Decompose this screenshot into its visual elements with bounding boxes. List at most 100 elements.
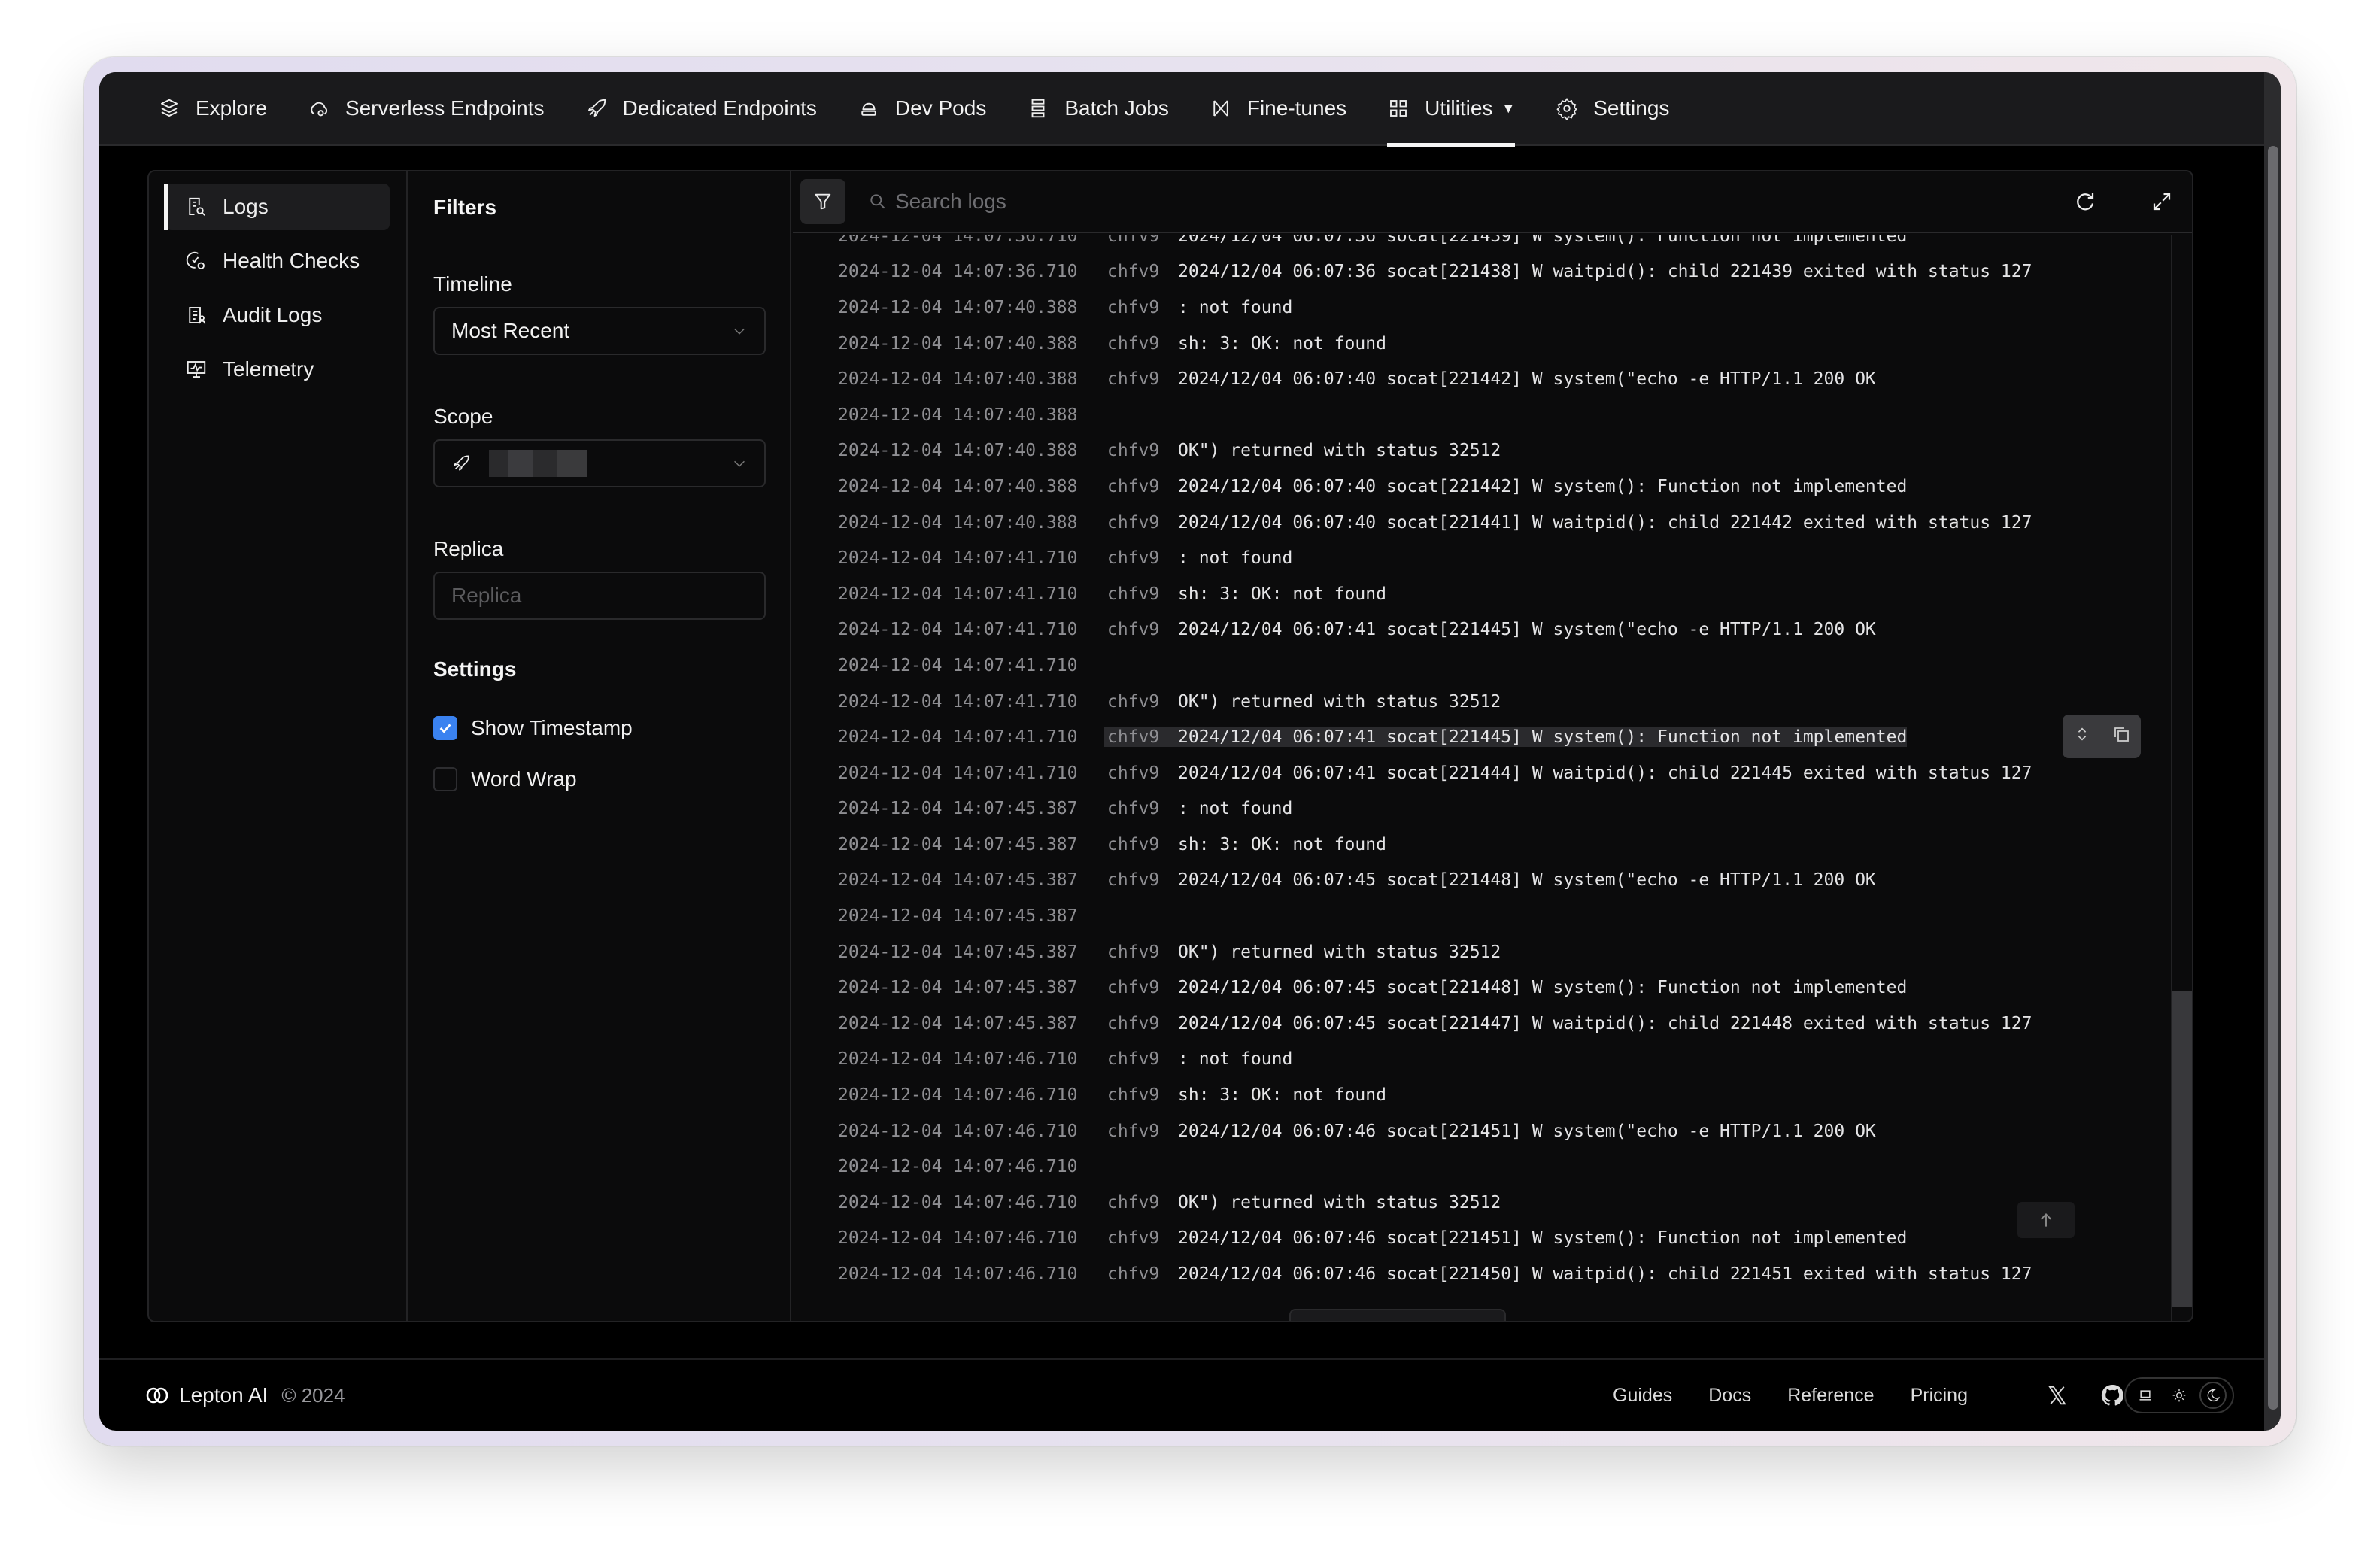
- refresh-button[interactable]: [2070, 187, 2100, 217]
- log-replica: chfv9: [1107, 799, 1160, 819]
- log-row[interactable]: 2024-12-04 14:07:40.388: [793, 397, 2171, 433]
- log-message: 2024/12/04 06:07:40 socat[221442] W syst…: [1178, 369, 1876, 390]
- log-row[interactable]: 2024-12-04 14:07:41.710 chfv9 OK") returne…: [793, 684, 2171, 720]
- log-row[interactable]: 2024-12-04 14:07:36.710 chfv9 2024/12/04 0…: [793, 235, 2171, 254]
- log-row[interactable]: 2024-12-04 14:07:41.710 chfv9: not found: [793, 540, 2171, 576]
- log-row[interactable]: 2024-12-04 14:07:46.710: [793, 1149, 2171, 1185]
- log-message: OK") returned with status 32512: [1178, 942, 1501, 962]
- log-timestamp: 2024-12-04 14:07:46.710: [838, 1192, 1078, 1213]
- scroll-to-top-button[interactable]: [2017, 1202, 2075, 1238]
- log-row[interactable]: 2024-12-04 14:07:46.710 chfv9: not found: [793, 1042, 2171, 1078]
- show-timestamp-checkbox[interactable]: Show Timestamp: [433, 716, 766, 740]
- sidebar-item-health-checks[interactable]: Health Checks: [165, 238, 390, 284]
- sidebar-item-logs[interactable]: Logs: [164, 184, 390, 230]
- telemetry-icon: [185, 358, 208, 381]
- expand-row-icon[interactable]: [2074, 724, 2090, 748]
- x-icon[interactable]: [2046, 1384, 2069, 1407]
- footer-link-reference[interactable]: Reference: [1787, 1385, 1874, 1407]
- nav-item-label: Serverless Endpoints: [345, 96, 545, 120]
- search-logs-input[interactable]: [895, 190, 1346, 214]
- row-actions: [2063, 715, 2141, 759]
- sidebar-item-label: Health Checks: [223, 249, 360, 272]
- footer-link-docs[interactable]: Docs: [1708, 1385, 1751, 1407]
- log-row[interactable]: 2024-12-04 14:07:45.387 chfv9 2024/12/04 0…: [793, 863, 2171, 899]
- log-row[interactable]: 2024-12-04 14:07:40.388 chfv9 2024/12/04 0…: [793, 361, 2171, 397]
- log-search[interactable]: [868, 190, 2023, 214]
- brand[interactable]: Lepton AI © 2024: [146, 1383, 345, 1407]
- log-row[interactable]: 2024-12-04 14:07:46.710 chfv9 sh: 3: OK: n…: [793, 1077, 2171, 1113]
- log-replica: chfv9: [1107, 476, 1160, 496]
- nav-item-explore[interactable]: Explore: [158, 72, 267, 145]
- theme-switcher: [2124, 1377, 2234, 1413]
- show-timestamp-label: Show Timestamp: [471, 716, 633, 739]
- log-timestamp: 2024-12-04 14:07:46.710: [838, 1121, 1078, 1141]
- browser-frame: Explore Serverless Endpoints Dedicated End…: [84, 57, 2296, 1446]
- log-row[interactable]: 2024-12-04 14:07:45.387 chfv9: not found: [793, 791, 2171, 827]
- log-replica: chfv9: [1107, 1121, 1160, 1141]
- footer-link-pricing[interactable]: Pricing: [1911, 1385, 1968, 1407]
- log-row[interactable]: 2024-12-04 14:07:40.388 chfv9 OK") returne…: [793, 433, 2171, 469]
- word-wrap-checkbox[interactable]: Word Wrap: [433, 767, 766, 791]
- nav-item-serverless-endpoints[interactable]: Serverless Endpoints: [308, 72, 545, 145]
- timeline-label: Timeline: [433, 272, 512, 296]
- footer-links: Guides Docs Reference Pricing: [1577, 1385, 1968, 1407]
- log-row[interactable]: 2024-12-04 14:07:41.710 chfv9 2024/12/04 0…: [793, 612, 2171, 648]
- sidebar-item-audit-logs[interactable]: Audit Logs: [165, 292, 390, 338]
- light-theme-icon[interactable]: [2166, 1382, 2193, 1409]
- log-row[interactable]: 2024-12-04 14:07:40.388 chfv9 2024/12/04 0…: [793, 505, 2171, 541]
- fullscreen-button[interactable]: [2147, 187, 2177, 217]
- log-timestamp: 2024-12-04 14:07:45.387: [838, 906, 1078, 927]
- nav-item-fine-tunes[interactable]: Fine-tunes: [1210, 72, 1346, 145]
- log-row[interactable]: 2024-12-04 14:07:36.710 chfv9 2024/12/04 0…: [793, 254, 2171, 290]
- github-icon[interactable]: [2100, 1383, 2124, 1407]
- arrow-up-icon: [2040, 1213, 2052, 1227]
- footer-link-guides[interactable]: Guides: [1613, 1385, 1672, 1407]
- log-row[interactable]: 2024-12-04 14:07:46.710 chfv9 OK") returne…: [793, 1185, 2171, 1221]
- log-replica: chfv9: [1107, 1228, 1160, 1249]
- log-row[interactable]: 2024-12-04 14:07:45.387 chfv9 2024/12/04 0…: [793, 970, 2171, 1006]
- footer: Lepton AI © 2024 Guides Docs Reference P…: [99, 1358, 2264, 1431]
- rocket-icon: [454, 455, 469, 471]
- log-replica: chfv9: [1107, 1049, 1160, 1070]
- system-theme-icon[interactable]: [2132, 1382, 2159, 1409]
- nav-item-dev-pods[interactable]: Dev Pods: [858, 72, 986, 145]
- log-row[interactable]: 2024-12-04 14:07:45.387 chfv9 2024/12/04 0…: [793, 1006, 2171, 1042]
- log-replica: chfv9: [1107, 691, 1160, 712]
- log-row[interactable]: 2024-12-04 14:07:46.710 chfv9 2024/12/04 0…: [793, 1256, 2171, 1292]
- resize-handle[interactable]: [1289, 1309, 1506, 1321]
- log-row[interactable]: 2024-12-04 14:07:40.388 chfv9 sh: 3: OK: n…: [793, 326, 2171, 362]
- nav-item-settings[interactable]: Settings: [1556, 72, 1669, 145]
- log-scrollbar[interactable]: [2171, 235, 2192, 1321]
- log-row[interactable]: 2024-12-04 14:07:45.387: [793, 898, 2171, 934]
- scope-select[interactable]: [433, 439, 766, 487]
- dark-theme-icon[interactable]: [2199, 1382, 2227, 1409]
- log-row[interactable]: 2024-12-04 14:07:41.710 chfv9 2024/12/04 0…: [793, 715, 2171, 759]
- log-replica: chfv9: [1107, 978, 1160, 998]
- filter-toggle-button[interactable]: [800, 179, 845, 224]
- log-row[interactable]: 2024-12-04 14:07:46.710 chfv9 2024/12/04 0…: [793, 1221, 2171, 1257]
- window-scrollbar[interactable]: [2264, 72, 2281, 1431]
- layers-icon: [158, 97, 181, 120]
- log-row[interactable]: 2024-12-04 14:07:45.387 chfv9 OK") returne…: [793, 934, 2171, 970]
- log-message: sh: 3: OK: not found: [1178, 584, 1386, 604]
- log-message: : not found: [1178, 297, 1293, 317]
- log-row[interactable]: 2024-12-04 14:07:40.388 chfv9: not found: [793, 290, 2171, 326]
- copy-icon[interactable]: [2112, 725, 2130, 748]
- pod-icon: [858, 97, 880, 120]
- sidebar-item-telemetry[interactable]: Telemetry: [165, 346, 390, 393]
- nav-item-batch-jobs[interactable]: Batch Jobs: [1027, 72, 1169, 145]
- checkbox-unchecked[interactable]: [433, 767, 457, 791]
- checkbox-checked[interactable]: [433, 716, 457, 740]
- log-row[interactable]: 2024-12-04 14:07:41.710 chfv9 2024/12/04 0…: [793, 755, 2171, 791]
- timeline-select[interactable]: Most Recent: [433, 307, 766, 355]
- nav-item-dedicated-endpoints[interactable]: Dedicated Endpoints: [585, 72, 817, 145]
- log-row[interactable]: 2024-12-04 14:07:41.710: [793, 648, 2171, 684]
- log-row[interactable]: 2024-12-04 14:07:40.388 chfv9 2024/12/04 0…: [793, 469, 2171, 505]
- log-row[interactable]: 2024-12-04 14:07:45.387 chfv9 sh: 3: OK: n…: [793, 827, 2171, 863]
- log-row[interactable]: 2024-12-04 14:07:46.710 chfv9 2024/12/04 0…: [793, 1113, 2171, 1149]
- log-scrollbar-thumb[interactable]: [2172, 991, 2192, 1307]
- replica-input[interactable]: [433, 572, 766, 620]
- nav-item-utilities[interactable]: Utilities ▼: [1387, 72, 1516, 147]
- window-scrollbar-thumb[interactable]: [2268, 146, 2278, 1410]
- log-row[interactable]: 2024-12-04 14:07:41.710 chfv9 sh: 3: OK: n…: [793, 576, 2171, 612]
